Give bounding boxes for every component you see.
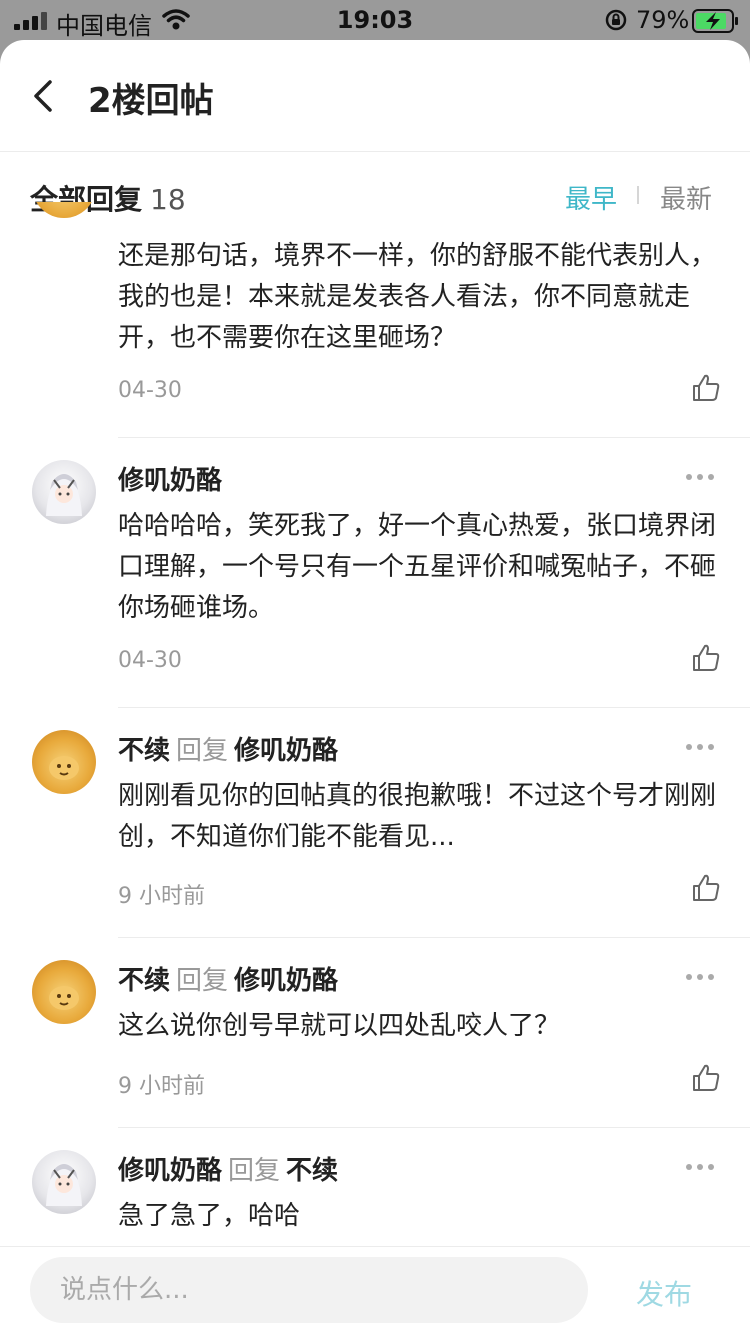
more-options-icon[interactable] <box>684 1162 716 1172</box>
reply-content: 哈哈哈哈，笑死我了，好一个真心热爱，张口境界闭口理解，一个号只有一个五星评价和喊… <box>118 511 717 623</box>
reply-item: 还是那句话，境界不一样，你的舒服不能代表别人，我的也是！本来就是发表各人看法，你… <box>0 202 750 438</box>
reply-author: 修叽奶酪 回复 不续 <box>118 1150 338 1187</box>
publish-button[interactable]: 发布 <box>636 1273 692 1313</box>
avatar[interactable] <box>32 730 96 794</box>
back-arrow-icon[interactable] <box>26 76 62 116</box>
page-title: 2楼回帖 <box>88 81 214 121</box>
avatar-illustration <box>49 986 79 1010</box>
battery-charging-icon <box>692 9 738 33</box>
reply-content: 还是那句话，境界不一样，你的舒服不能代表别人，我的也是！本来就是发表各人看法，你… <box>118 241 717 353</box>
reply-content: 这么说你创号早就可以四处乱咬人了？ <box>118 1011 561 1041</box>
reply-to-word: 回复 <box>228 1156 281 1186</box>
reply-to-name[interactable]: 修叽奶酪 <box>234 736 338 766</box>
thumbs-up-icon[interactable] <box>690 872 722 904</box>
reply-to-name[interactable]: 不续 <box>286 1156 338 1186</box>
reply-to-name[interactable]: 修叽奶酪 <box>234 966 338 996</box>
thumbs-up-icon[interactable] <box>690 372 722 404</box>
reply-item: 修叽奶酪 回复 不续 急了急了，哈哈 <box>0 1128 750 1248</box>
author-name[interactable]: 不续 <box>118 966 170 996</box>
avatar-illustration <box>49 756 79 780</box>
reply-author[interactable]: 修叽奶酪 <box>118 460 222 497</box>
comment-bar: 发布 <box>0 1246 750 1334</box>
thumbs-up-icon[interactable] <box>690 1062 722 1094</box>
reply-item: 不续 回复 修叽奶酪 这么说你创号早就可以四处乱咬人了？ 9 小时前 <box>0 938 750 1128</box>
reply-content: 刚刚看见你的回帖真的很抱歉哦！不过这个号才刚刚创，不知道你们能不能看见... <box>118 781 717 852</box>
reply-date: 04-30 <box>118 378 182 403</box>
reply-to-word: 回复 <box>176 966 229 996</box>
avatar[interactable] <box>32 1150 96 1214</box>
header: 2楼回帖 <box>0 40 750 152</box>
reply-to-word: 回复 <box>176 736 229 766</box>
thumbs-up-icon[interactable] <box>690 642 722 674</box>
reply-item: 不续 回复 修叽奶酪 刚刚看见你的回帖真的很抱歉哦！不过这个号才刚刚创，不知道你们能… <box>0 708 750 938</box>
avatar-illustration <box>46 1164 82 1206</box>
author-name[interactable]: 修叽奶酪 <box>118 1156 222 1186</box>
reply-date: 9 小时前 <box>118 1074 205 1099</box>
more-options-icon[interactable] <box>684 742 716 752</box>
status-bar: 中国电信 19:03 79% <box>0 0 750 40</box>
reply-author: 不续 回复 修叽奶酪 <box>118 730 338 767</box>
reply-sheet: 2楼回帖 全部回复 18 最早 最新 还是那句话，境界不一样，你的舒服不能代表别人… <box>0 40 750 1334</box>
rotation-lock-icon <box>605 9 627 31</box>
avatar-illustration <box>46 474 82 516</box>
more-options-icon[interactable] <box>684 972 716 982</box>
avatar[interactable] <box>32 202 96 218</box>
avatar[interactable] <box>32 460 96 524</box>
comment-input[interactable] <box>30 1257 588 1323</box>
author-name[interactable]: 修叽奶酪 <box>118 466 222 496</box>
reply-date: 04-30 <box>118 648 182 673</box>
reply-content: 急了急了，哈哈 <box>118 1201 301 1231</box>
reply-item: 修叽奶酪 哈哈哈哈，笑死我了，好一个真心热爱，张口境界闭口理解，一个号只有一个五… <box>0 438 750 708</box>
battery-percentage: 79% <box>636 6 690 34</box>
author-name[interactable]: 不续 <box>118 736 170 766</box>
reply-date: 9 小时前 <box>118 884 205 909</box>
more-options-icon[interactable] <box>684 472 716 482</box>
reply-author: 不续 回复 修叽奶酪 <box>118 960 338 997</box>
reply-list[interactable]: 还是那句话，境界不一样，你的舒服不能代表别人，我的也是！本来就是发表各人看法，你… <box>0 202 750 1248</box>
avatar[interactable] <box>32 960 96 1024</box>
